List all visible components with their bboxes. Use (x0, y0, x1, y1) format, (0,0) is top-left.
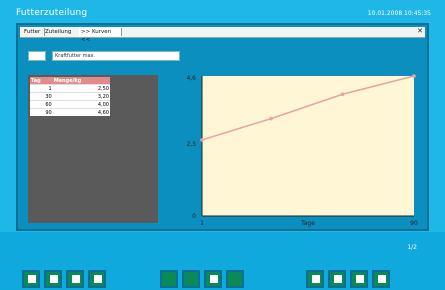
stop-button[interactable] (306, 270, 324, 288)
datetime: 10.01.2008 10:45:35 (367, 10, 431, 17)
stop-icon (312, 275, 320, 283)
cell-day[interactable]: 1 (30, 84, 53, 93)
toolbar-button[interactable] (226, 270, 244, 288)
toolbar-group-3 (306, 270, 426, 288)
list-button[interactable] (44, 270, 62, 288)
table-row[interactable]: 60 4,00 (30, 100, 110, 109)
toolbar-button[interactable] (182, 270, 200, 288)
x-tick-label-end: 90 (410, 220, 418, 227)
small-input[interactable] (28, 51, 46, 61)
table-row[interactable]: 1 2,50 (30, 84, 110, 93)
cell-day[interactable]: 30 (30, 92, 53, 101)
plot-area (202, 76, 414, 216)
table-row[interactable]: 30 3,20 (30, 92, 110, 101)
copy-button[interactable] (350, 270, 368, 288)
check-icon (378, 275, 386, 283)
square-button[interactable] (88, 270, 106, 288)
table-row[interactable]: 90 4,60 (30, 108, 110, 116)
column-header-amount: Menge/kg (52, 77, 110, 85)
main-panel: Futter Zuteilung >> Kurven << ✕ Kraftfut… (16, 23, 429, 231)
x-tick-label-start: 1 (200, 220, 204, 227)
blank-icon (232, 275, 240, 283)
toolbar-button[interactable] (160, 270, 178, 288)
curve-chart: 4,6 2,3 0 1 90 Tage (178, 70, 428, 230)
cell-amount[interactable]: 4,00 (52, 100, 110, 109)
data-point (269, 116, 273, 121)
square-icon (94, 275, 102, 283)
toolbar-group-2 (160, 270, 270, 288)
app-title: Futterzuteilung (16, 8, 88, 18)
y-tick-label-top: 4,6 (186, 75, 196, 82)
check-button[interactable] (372, 270, 390, 288)
square-button[interactable] (328, 270, 346, 288)
tab-futter[interactable]: Futter (22, 28, 45, 36)
data-table-panel: Tag Menge/kg 1 2,50 30 3,20 60 4,00 90 4… (28, 75, 158, 223)
toolbar-group-1 (22, 270, 142, 288)
close-icon[interactable]: ✕ (417, 27, 423, 35)
minus-icon (72, 275, 80, 283)
title-bar: Futterzuteilung 10.01.2008 10:45:35 (0, 0, 445, 22)
curve-table: Tag Menge/kg 1 2,50 30 3,20 60 4,00 90 4… (30, 77, 110, 116)
y-tick-label-bottom: 0 (192, 213, 196, 220)
app-window: Futterzuteilung 10.01.2008 10:45:35 Futt… (0, 0, 445, 290)
blank-icon (188, 275, 196, 283)
info-icon (28, 275, 36, 283)
tab-bar: Futter Zuteilung >> Kurven << ✕ (20, 27, 425, 43)
cell-amount[interactable]: 4,60 (52, 108, 110, 116)
tab-kurven[interactable]: >> Kurven << (79, 28, 122, 43)
data-point (200, 138, 204, 142)
x-axis-label: Tage (300, 220, 315, 227)
blank-icon (166, 275, 174, 283)
square-icon (334, 275, 342, 283)
copy-icon (356, 275, 364, 283)
cell-amount[interactable]: 2,50 (52, 84, 110, 93)
feed-type-field[interactable]: Kraftfutter max. (52, 51, 180, 61)
image-button[interactable] (204, 270, 222, 288)
data-point (340, 92, 345, 97)
column-header-day: Tag (30, 77, 53, 85)
cell-day[interactable]: 90 (30, 108, 53, 116)
page-indicator: 1/2 (407, 244, 417, 251)
y-tick-label-mid: 2,3 (186, 141, 196, 148)
tab-zuteilung[interactable]: Zuteilung (43, 28, 81, 36)
info-button[interactable] (22, 270, 40, 288)
data-point (412, 74, 416, 78)
minus-button[interactable] (66, 270, 84, 288)
cell-day[interactable]: 60 (30, 100, 53, 109)
image-icon (210, 275, 218, 283)
cell-amount[interactable]: 3,20 (52, 92, 110, 101)
list-icon (50, 275, 58, 283)
chart-svg: 4,6 2,3 0 1 90 Tage (186, 74, 418, 227)
